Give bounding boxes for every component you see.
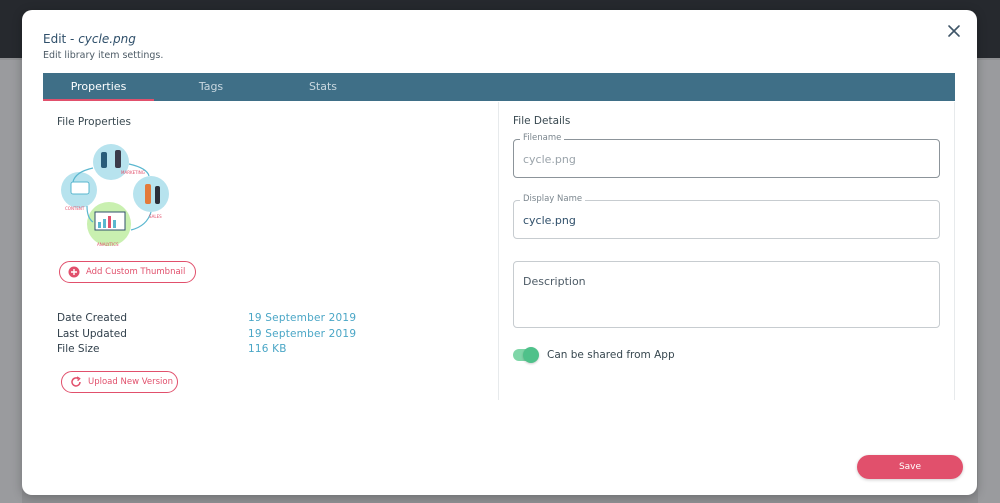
description-field[interactable]: Description xyxy=(513,261,940,328)
display-name-value: cycle.png xyxy=(523,214,576,227)
meta-value-last-updated: 19 September 2019 xyxy=(248,328,357,340)
toggle-knob xyxy=(523,347,539,363)
modal-title: Edit - cycle.png xyxy=(43,32,136,46)
tab-tags[interactable]: Tags xyxy=(171,73,251,101)
display-name-legend: Display Name xyxy=(520,194,586,204)
upload-new-version-button[interactable]: Upload New Version xyxy=(61,371,178,393)
meta-label-last-updated: Last Updated xyxy=(57,328,127,340)
panel-edge xyxy=(954,102,955,400)
thumb-text-content: CONTENT xyxy=(65,206,85,211)
title-prefix: Edit - xyxy=(43,32,79,46)
plus-circle-icon xyxy=(68,266,80,278)
save-button[interactable]: Save xyxy=(857,455,963,479)
upload-label: Upload New Version xyxy=(88,377,173,387)
file-properties-heading: File Properties xyxy=(57,116,131,128)
title-filename: cycle.png xyxy=(78,32,136,46)
filename-value: cycle.png xyxy=(523,153,576,166)
active-tab-indicator xyxy=(43,99,154,101)
tab-label: Properties xyxy=(70,80,127,93)
file-details-heading: File Details xyxy=(513,115,571,127)
display-name-field[interactable]: Display Name cycle.png xyxy=(513,194,940,239)
add-custom-thumbnail-button[interactable]: Add Custom Thumbnail xyxy=(59,261,196,283)
refresh-icon xyxy=(70,376,82,388)
filename-legend: Filename xyxy=(520,133,565,143)
meta-value-date-created: 19 September 2019 xyxy=(248,312,357,324)
tab-label: Stats xyxy=(308,80,338,93)
modal-subtitle: Edit library item settings. xyxy=(43,50,164,61)
meta-label-date-created: Date Created xyxy=(57,312,127,324)
tab-stats[interactable]: Stats xyxy=(283,73,363,101)
thumb-text-sales: SALES xyxy=(149,214,162,219)
file-thumbnail: MARKETING SALES ANALYTICS CONTENT xyxy=(57,142,177,252)
filename-field[interactable]: Filename cycle.png xyxy=(513,133,940,178)
meta-value-file-size: 116 KB xyxy=(248,343,287,355)
tab-properties[interactable]: Properties xyxy=(43,73,154,101)
thumb-text-marketing: MARKETING xyxy=(121,170,145,175)
tab-label: Tags xyxy=(198,80,224,93)
file-properties-panel: File Properties MARKETING SALES ANALYTIC… xyxy=(43,102,499,402)
add-thumbnail-label: Add Custom Thumbnail xyxy=(86,267,186,277)
background-panel-left xyxy=(0,60,22,503)
close-icon[interactable] xyxy=(945,22,963,40)
share-toggle[interactable] xyxy=(513,347,539,363)
share-toggle-label: Can be shared from App xyxy=(547,349,675,361)
background-panel-right xyxy=(978,60,1000,503)
edit-modal: Edit - cycle.png Edit library item setti… xyxy=(22,10,977,495)
panel-divider xyxy=(498,102,499,400)
description-placeholder: Description xyxy=(523,275,586,288)
meta-label-file-size: File Size xyxy=(57,343,100,355)
thumb-text-analytics: ANALYTICS xyxy=(97,242,119,247)
tab-bar: Properties Tags Stats xyxy=(43,73,955,101)
